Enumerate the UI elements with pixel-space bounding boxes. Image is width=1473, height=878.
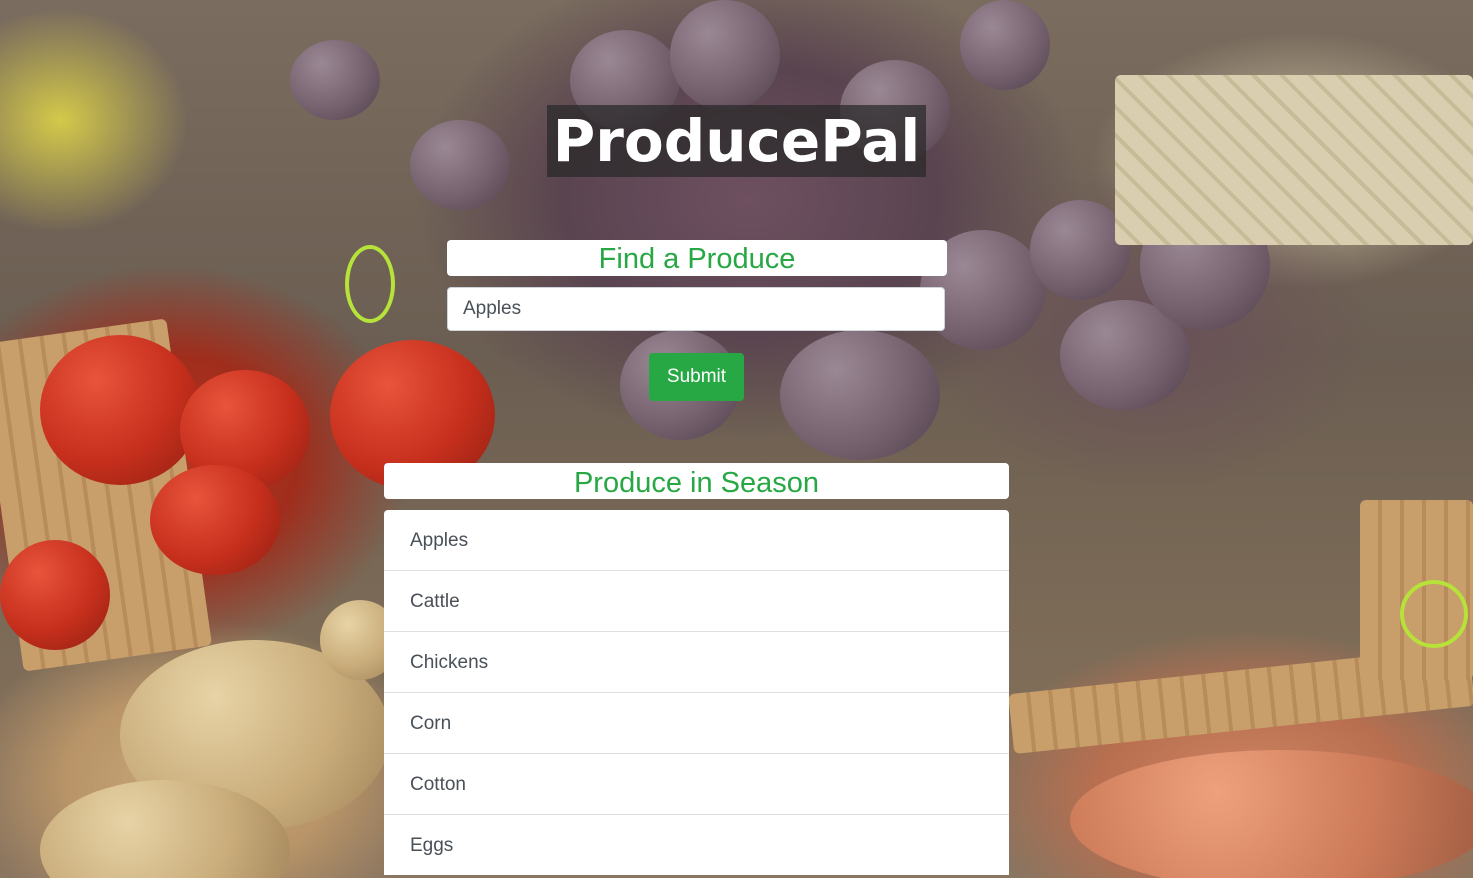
tomato-decoration [40, 335, 200, 485]
find-produce-heading: Find a Produce [447, 240, 947, 276]
beet-decoration [670, 0, 780, 110]
season-list-item[interactable]: Cattle [384, 571, 1009, 632]
spiral-decoration [1400, 580, 1468, 648]
beet-decoration [780, 330, 940, 460]
produce-search-input[interactable] [447, 287, 945, 331]
sweet-potato-decoration [1070, 750, 1473, 878]
season-list-item[interactable]: Eggs [384, 815, 1009, 875]
season-list-item[interactable]: Apples [384, 510, 1009, 571]
app-title: ProducePal [546, 105, 927, 177]
produce-in-season-heading: Produce in Season [384, 463, 1009, 499]
season-list-item[interactable]: Chickens [384, 632, 1009, 693]
season-list: Apples Cattle Chickens Corn Cotton Eggs [384, 510, 1009, 875]
season-list-item[interactable]: Corn [384, 693, 1009, 754]
title-container: ProducePal [0, 105, 1393, 177]
tomato-decoration [150, 465, 280, 575]
tomato-decoration [0, 540, 110, 650]
season-list-item[interactable]: Cotton [384, 754, 1009, 815]
submit-button[interactable]: Submit [649, 353, 744, 401]
beet-decoration [960, 0, 1050, 90]
spiral-decoration [345, 245, 395, 323]
